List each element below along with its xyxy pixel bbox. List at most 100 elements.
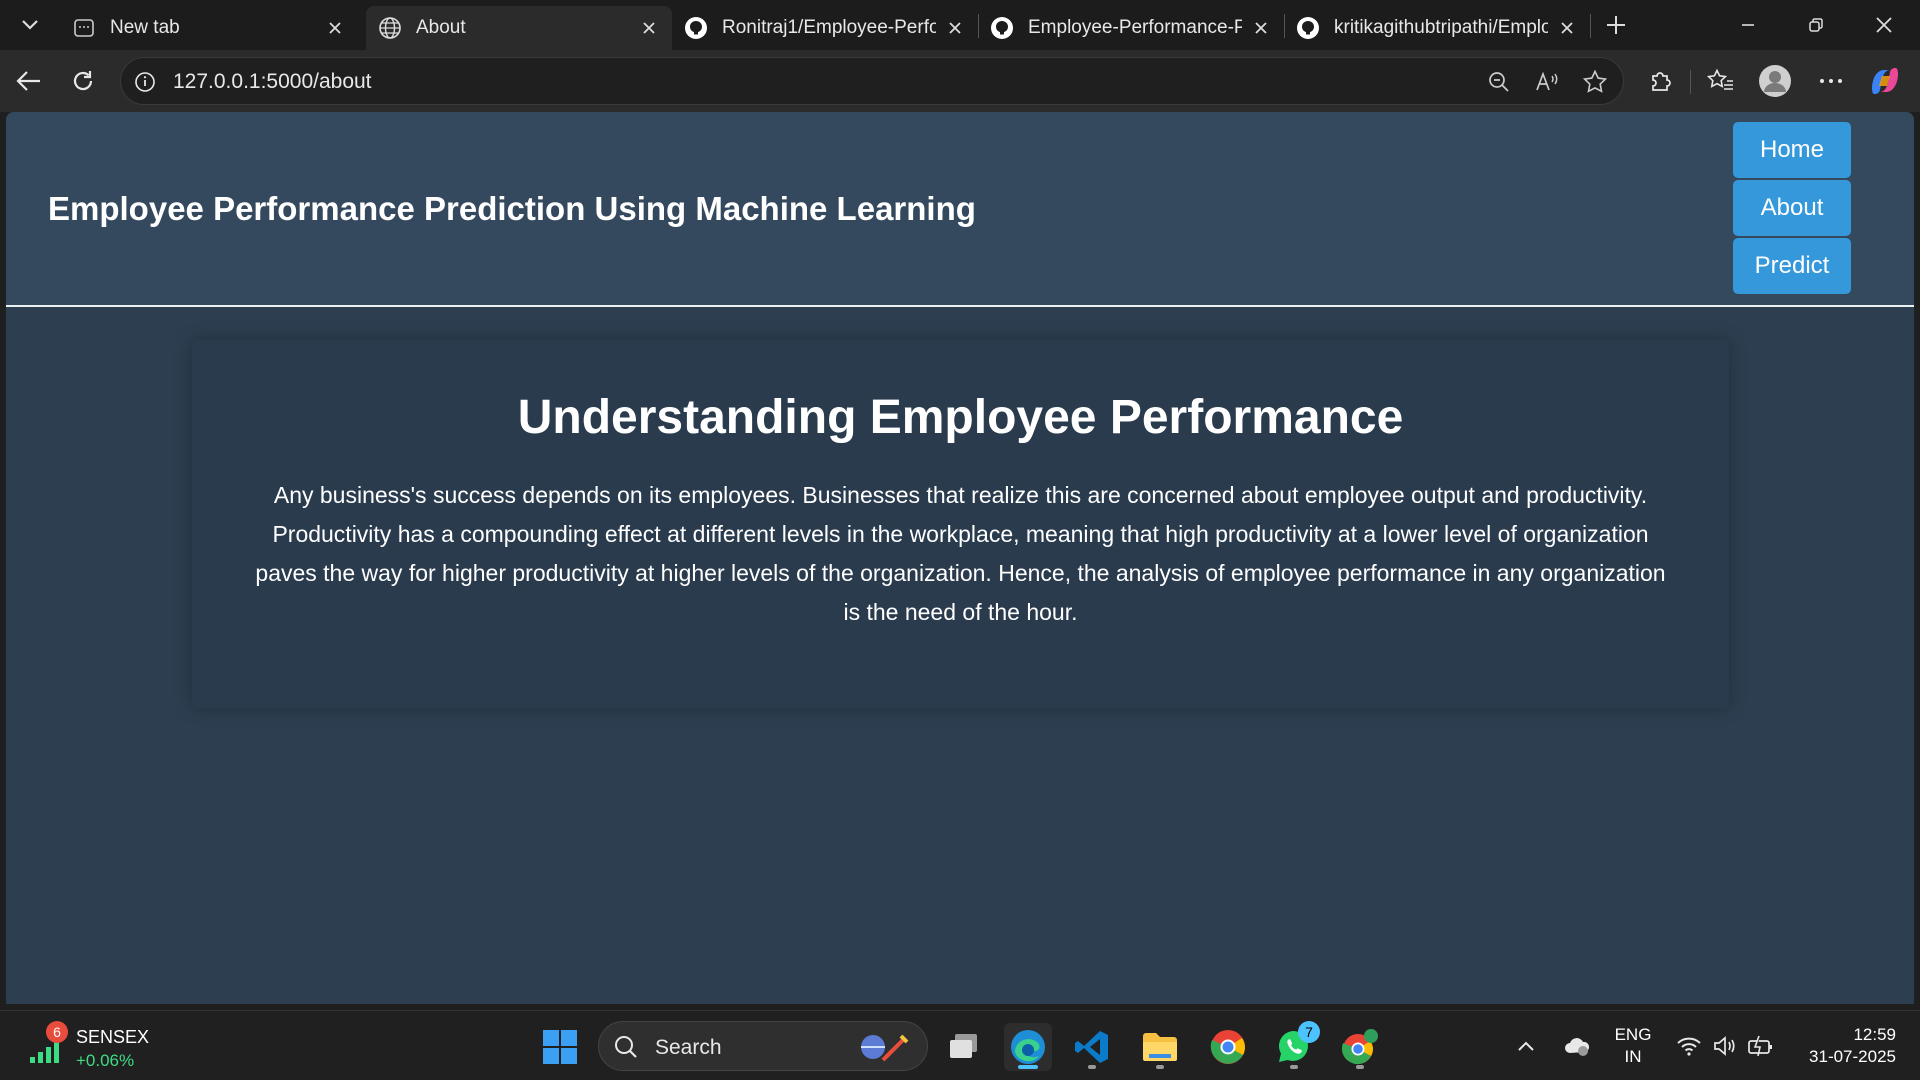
- page-viewport: Employee Performance Prediction Using Ma…: [6, 112, 1914, 1004]
- tab-title: Ronitraj1/Employee-Perfor: [722, 17, 936, 38]
- start-button[interactable]: [536, 1023, 584, 1071]
- url-text[interactable]: 127.0.0.1:5000/about: [173, 70, 372, 94]
- tab-about[interactable]: About: [366, 6, 672, 50]
- settings-more-button[interactable]: [1812, 62, 1850, 100]
- new-tab-icon: [72, 16, 96, 40]
- file-explorer-app[interactable]: [1136, 1023, 1184, 1071]
- plus-icon: [1607, 16, 1625, 34]
- tab-title: kritikagithubtripathi/Emplo: [1334, 17, 1548, 38]
- restore-button[interactable]: [1782, 0, 1850, 50]
- favorites-list-icon: [1707, 68, 1733, 90]
- volume-tray-button[interactable]: [1708, 1011, 1742, 1080]
- running-indicator: [1156, 1065, 1164, 1069]
- nav-predict-button[interactable]: Predict: [1733, 238, 1851, 294]
- stock-widget[interactable]: 6 SENSEX +0.06%: [28, 1017, 168, 1075]
- chrome-profile-app[interactable]: [1336, 1023, 1384, 1071]
- search-highlight-icon: [861, 1034, 909, 1062]
- tab-new-tab[interactable]: New tab: [60, 6, 358, 50]
- battery-charging-icon: [1748, 1035, 1772, 1057]
- windows-icon: [543, 1030, 577, 1064]
- nav-about-button[interactable]: About: [1733, 180, 1851, 236]
- taskbar: 6 SENSEX +0.06% Search 7 ENG IN 12:59 31…: [0, 1010, 1920, 1080]
- show-hidden-icons-button[interactable]: [1512, 1011, 1540, 1080]
- task-view-button[interactable]: [940, 1023, 988, 1071]
- page-heading: Understanding Employee Performance: [517, 391, 1404, 444]
- language-indicator[interactable]: ENG IN: [1608, 1024, 1658, 1068]
- wifi-icon: [1677, 1037, 1701, 1056]
- vscode-app[interactable]: [1068, 1023, 1116, 1071]
- favorites-button[interactable]: [1702, 62, 1740, 100]
- site-info-icon[interactable]: [133, 70, 157, 94]
- chrome-icon: [1210, 1030, 1245, 1064]
- network-tray-button[interactable]: [1672, 1011, 1706, 1080]
- back-arrow-icon: [16, 71, 40, 91]
- running-indicator: [1088, 1065, 1096, 1069]
- refresh-button[interactable]: [64, 62, 102, 100]
- site-header: Employee Performance Prediction Using Ma…: [6, 112, 1914, 307]
- close-icon[interactable]: [944, 17, 966, 39]
- close-icon[interactable]: [638, 17, 660, 39]
- github-icon: [1296, 16, 1320, 40]
- nav-home-button[interactable]: Home: [1733, 122, 1851, 178]
- search-label: Search: [655, 1036, 722, 1059]
- running-indicator: [1290, 1065, 1298, 1069]
- tab-github-3[interactable]: kritikagithubtripathi/Emplo: [1284, 6, 1590, 50]
- chevron-down-icon: [22, 20, 38, 30]
- about-paragraph: Any business's success depends on its em…: [255, 482, 1666, 625]
- globe-icon: [378, 16, 402, 40]
- site-nav: Home About Predict: [1733, 122, 1851, 296]
- vscode-icon: [1075, 1031, 1108, 1063]
- clock-date: 31-07-2025: [1809, 1047, 1896, 1066]
- github-icon: [990, 16, 1014, 40]
- close-window-button[interactable]: [1850, 0, 1918, 50]
- folder-icon: [1143, 1033, 1177, 1061]
- tab-title: New tab: [110, 17, 180, 38]
- search-icon: [615, 1036, 637, 1058]
- tab-separator: [1590, 14, 1591, 38]
- read-aloud-icon[interactable]: [1533, 68, 1561, 96]
- copilot-button[interactable]: [1866, 62, 1904, 100]
- zoom-out-icon[interactable]: [1485, 68, 1513, 96]
- cloud-sync-icon: [1565, 1038, 1590, 1056]
- close-icon[interactable]: [1556, 17, 1578, 39]
- notification-badge: 6: [46, 1021, 68, 1043]
- widget-title: SENSEX: [76, 1027, 150, 1047]
- avatar-icon: [1759, 65, 1791, 97]
- tab-github-1[interactable]: Ronitraj1/Employee-Perfor: [672, 6, 978, 50]
- close-icon[interactable]: [1250, 17, 1272, 39]
- chrome-icon: [1341, 1029, 1378, 1065]
- address-bar[interactable]: 127.0.0.1:5000/about: [120, 57, 1624, 105]
- close-icon: [1876, 17, 1892, 33]
- favorite-star-icon[interactable]: [1581, 68, 1609, 96]
- onedrive-tray-button[interactable]: [1560, 1011, 1594, 1080]
- copilot-icon: [1872, 68, 1898, 94]
- speaker-icon: [1714, 1036, 1735, 1056]
- tab-actions-menu-button[interactable]: [8, 8, 52, 42]
- battery-tray-button[interactable]: [1744, 1011, 1778, 1080]
- extensions-button[interactable]: [1642, 62, 1680, 100]
- profile-button[interactable]: [1756, 62, 1794, 100]
- chevron-up-icon: [1518, 1041, 1534, 1051]
- tab-bar: New tab About Ronitraj1/Employee-Perfor …: [0, 0, 1920, 50]
- task-view-icon: [950, 1034, 977, 1058]
- puzzle-icon: [1652, 72, 1671, 91]
- active-indicator: [1018, 1065, 1038, 1069]
- tab-github-2[interactable]: Employee-Performance-Pre: [978, 6, 1284, 50]
- clock[interactable]: 12:59 31-07-2025: [1790, 1024, 1896, 1068]
- browser-toolbar: 127.0.0.1:5000/about: [0, 50, 1920, 112]
- running-indicator: [1356, 1065, 1364, 1069]
- edge-app[interactable]: [1004, 1023, 1052, 1071]
- github-icon: [684, 16, 708, 40]
- new-tab-button[interactable]: [1598, 8, 1634, 42]
- widget-change: +0.06%: [76, 1051, 135, 1070]
- notification-badge: 7: [1298, 1021, 1320, 1043]
- back-button[interactable]: [10, 62, 48, 100]
- language-code: ENG: [1614, 1025, 1652, 1044]
- minimize-button[interactable]: [1714, 0, 1782, 50]
- tab-title: Employee-Performance-Pre: [1028, 17, 1242, 38]
- more-dots-icon: [1820, 79, 1842, 83]
- whatsapp-app[interactable]: 7: [1270, 1021, 1320, 1071]
- taskbar-search[interactable]: Search: [598, 1021, 928, 1071]
- close-icon[interactable]: [324, 17, 346, 39]
- chrome-app[interactable]: [1204, 1023, 1252, 1071]
